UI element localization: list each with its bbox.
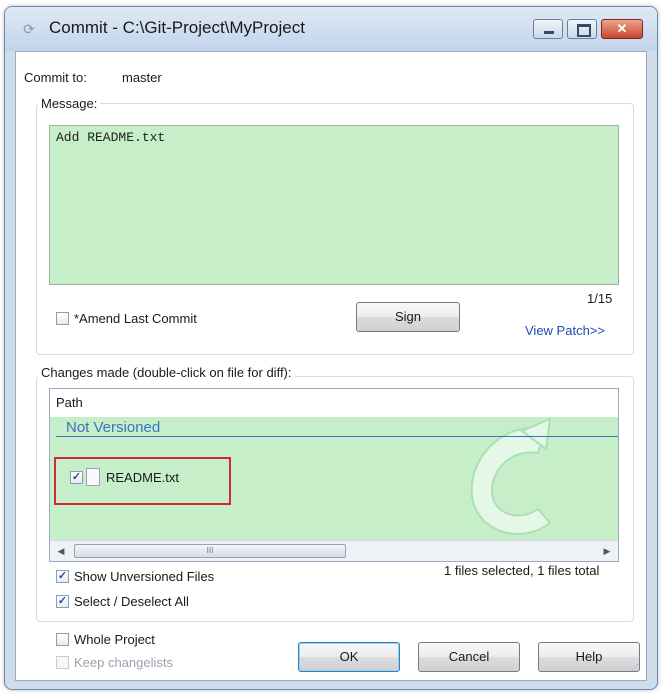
commit-to-branch: master — [122, 70, 162, 85]
message-char-count: 1/15 — [587, 291, 613, 306]
red-highlight-box — [54, 457, 231, 505]
select-deselect-all-label: Select / Deselect All — [74, 594, 189, 609]
keep-changelists-checkbox[interactable] — [56, 656, 69, 669]
show-unversioned-checkbox[interactable]: ✓ — [56, 570, 69, 583]
maximize-button[interactable] — [567, 19, 597, 39]
dialog-client-area: Commit to: master Message: Add README.tx… — [15, 51, 647, 681]
minimize-button[interactable] — [533, 19, 563, 39]
whole-project-checkbox[interactable] — [56, 633, 69, 646]
minimize-icon — [544, 31, 554, 34]
close-button[interactable]: ✕ — [601, 19, 643, 39]
commit-message-input[interactable]: Add README.txt — [49, 125, 619, 285]
list-body[interactable]: Not Versioned ✓ README.txt — [50, 417, 618, 542]
select-deselect-all-checkbox[interactable]: ✓ — [56, 595, 69, 608]
close-icon: ✕ — [616, 21, 628, 36]
help-button[interactable]: Help — [538, 642, 640, 672]
commit-to-label: Commit to: — [24, 70, 87, 85]
ok-button[interactable]: OK — [298, 642, 400, 672]
message-group-label: Message: — [38, 96, 101, 111]
list-header: Path — [50, 389, 618, 418]
scroll-thumb[interactable]: III — [74, 544, 346, 558]
cancel-button[interactable]: Cancel — [418, 642, 520, 672]
column-header-path[interactable]: Path — [56, 395, 83, 410]
keep-changelists-label: Keep changelists — [74, 655, 174, 670]
horizontal-scrollbar[interactable]: ◀ III ▶ — [50, 540, 618, 561]
title-bar[interactable]: ⟳ Commit - C:\Git-Project\MyProject ✕ — [5, 7, 657, 51]
commit-dialog: ⟳ Commit - C:\Git-Project\MyProject ✕ Co… — [4, 6, 658, 690]
commit-app-icon: ⟳ — [23, 21, 35, 37]
show-unversioned-label: Show Unversioned Files — [74, 569, 215, 584]
scroll-thumb-grip: III — [206, 546, 214, 555]
not-versioned-group-title: Not Versioned — [66, 419, 161, 436]
scroll-left-icon[interactable]: ◀ — [54, 544, 68, 558]
group-divider — [56, 436, 618, 437]
changes-list[interactable]: Path Not Versioned ✓ README.txt ◀ III ▶ — [49, 388, 619, 562]
scroll-right-icon[interactable]: ▶ — [600, 544, 614, 558]
resize-grip-icon[interactable]: ⋰ — [631, 664, 643, 677]
whole-project-label: Whole Project — [74, 632, 155, 647]
selection-status: 1 files selected, 1 files total — [444, 563, 600, 578]
amend-last-commit-label: *Amend Last Commit — [74, 311, 197, 326]
sign-button[interactable]: Sign — [356, 302, 460, 332]
changes-group-label: Changes made (double-click on file for d… — [38, 365, 295, 380]
checkmark-icon: ✓ — [57, 595, 68, 607]
maximize-icon — [577, 24, 591, 37]
amend-last-commit-checkbox[interactable] — [56, 312, 69, 325]
view-patch-link[interactable]: View Patch>> — [525, 323, 605, 338]
checkmark-icon: ✓ — [57, 570, 68, 582]
window-title: Commit - C:\Git-Project\MyProject — [49, 18, 305, 37]
